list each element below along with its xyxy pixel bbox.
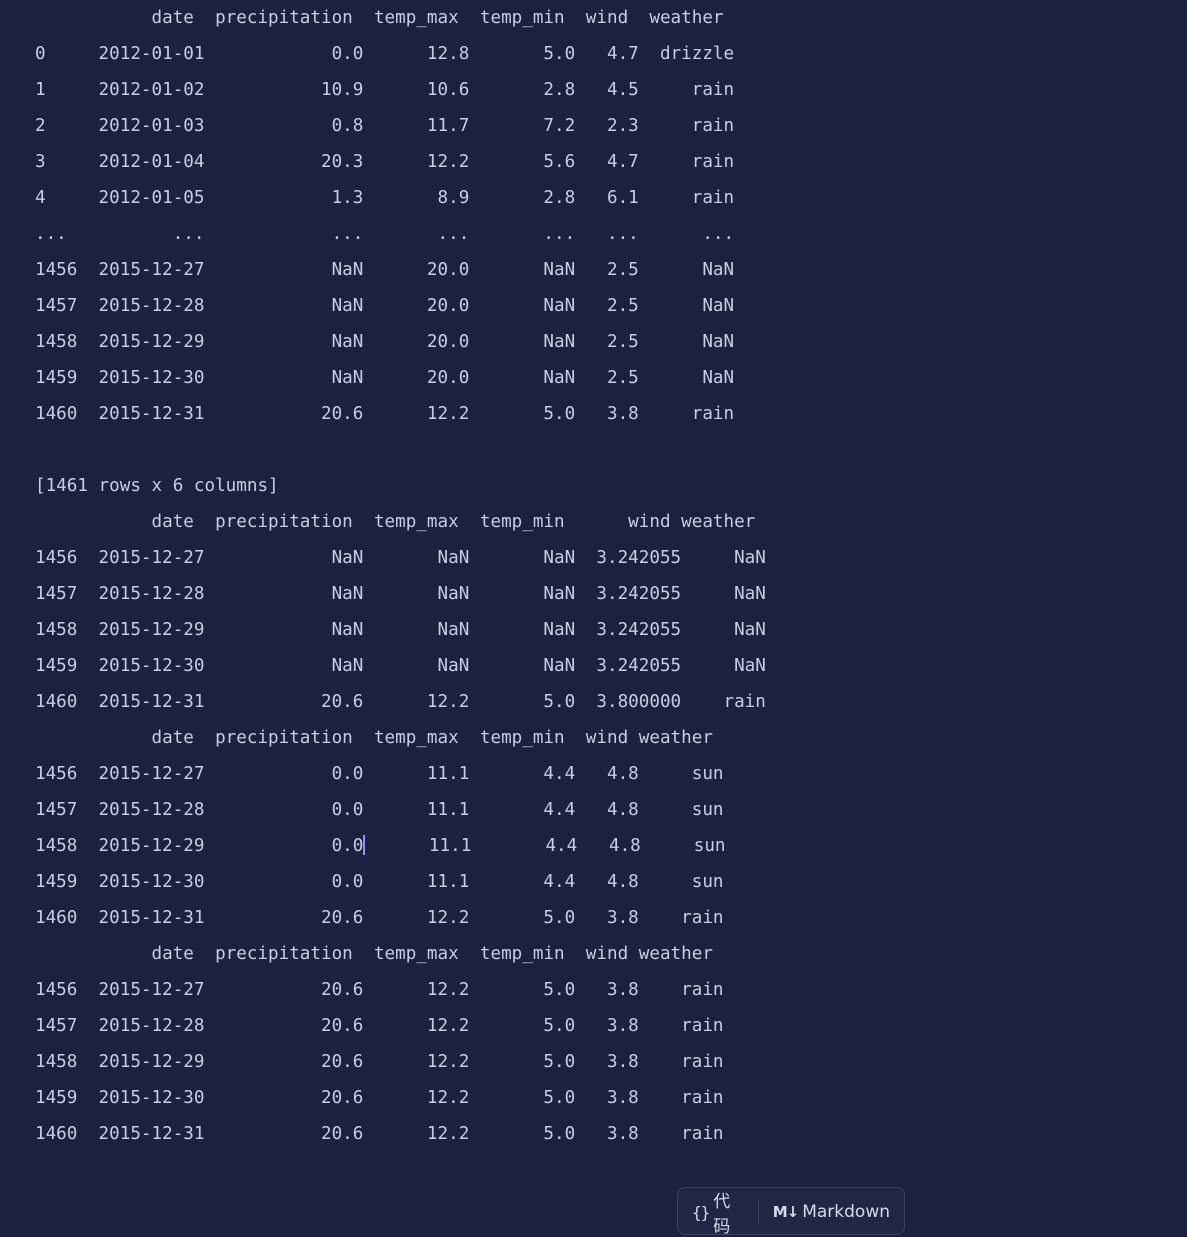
output-line: date precipitation temp_max temp_min win…: [35, 728, 713, 748]
output-line: date precipitation temp_max temp_min win…: [35, 944, 713, 964]
output-line: 1460 2015-12-31 20.6 12.2 5.0 3.8 rain: [35, 404, 735, 424]
output-line: 1460 2015-12-31 20.6 12.2 5.0 3.800000 r…: [35, 692, 766, 712]
output-line: 1458 2015-12-29 NaN 20.0 NaN 2.5 NaN: [35, 332, 735, 352]
output-line: 1456 2015-12-27 NaN 20.0 NaN 2.5 NaN: [35, 260, 735, 280]
output-line: 1459 2015-12-30 NaN NaN NaN 3.242055 NaN: [35, 656, 766, 676]
output-line: 0 2012-01-01 0.0 12.8 5.0 4.7 drizzle: [35, 44, 735, 64]
output-line: 1459 2015-12-30 NaN 20.0 NaN 2.5 NaN: [35, 368, 735, 388]
output-line: [1461 rows x 6 columns]: [35, 476, 279, 496]
output-line: 1458 2015-12-29 NaN NaN NaN 3.242055 NaN: [35, 620, 766, 640]
output-line: 1457 2015-12-28 NaN 20.0 NaN 2.5 NaN: [35, 296, 735, 316]
output-line: 3 2012-01-04 20.3 12.2 5.6 4.7 rain: [35, 152, 735, 172]
output-line: date precipitation temp_max temp_min win…: [35, 512, 756, 532]
output-line: 4 2012-01-05 1.3 8.9 2.8 6.1 rain: [35, 188, 735, 208]
output-line: 1459 2015-12-30 0.0 11.1 4.4 4.8 sun: [35, 872, 724, 892]
output-block: date precipitation temp_max temp_min win…: [35, 0, 1175, 504]
output-block: date precipitation temp_max temp_min win…: [35, 936, 1175, 1152]
add-markdown-cell-button[interactable]: M↓ Markdown: [759, 1200, 904, 1224]
output-line: 2 2012-01-03 0.8 11.7 7.2 2.3 rain: [35, 116, 735, 136]
add-code-cell-button[interactable]: {} 代码: [678, 1192, 758, 1237]
output-line: 1460 2015-12-31 20.6 12.2 5.0 3.8 rain: [35, 1124, 724, 1144]
output-block: date precipitation temp_max temp_min win…: [35, 720, 1175, 936]
output-line: 1456 2015-12-27 20.6 12.2 5.0 3.8 rain: [35, 980, 724, 1000]
output-line: 1460 2015-12-31 20.6 12.2 5.0 3.8 rain: [35, 908, 724, 928]
output-line: 1457 2015-12-28 20.6 12.2 5.0 3.8 rain: [35, 1016, 724, 1036]
text-cursor: [363, 835, 366, 855]
output-block: date precipitation temp_max temp_min win…: [35, 504, 1175, 720]
output-line: 1457 2015-12-28 NaN NaN NaN 3.242055 NaN: [35, 584, 766, 604]
markdown-icon: M↓: [772, 1203, 799, 1221]
add-markdown-cell-label: Markdown: [802, 1202, 890, 1222]
output-line: 1459 2015-12-30 20.6 12.2 5.0 3.8 rain: [35, 1088, 724, 1108]
output-line: 1456 2015-12-27 NaN NaN NaN 3.242055 NaN: [35, 548, 766, 568]
output-line: 1 2012-01-02 10.9 10.6 2.8 4.5 rain: [35, 80, 735, 100]
add-code-cell-label: 代码: [713, 1192, 731, 1237]
output-line: 1458 2015-12-29 0.0 11.1 4.4 4.8 sun: [35, 835, 726, 856]
output-line: 1458 2015-12-29 20.6 12.2 5.0 3.8 rain: [35, 1052, 724, 1072]
code-icon: {}: [692, 1202, 710, 1222]
cell-output: date precipitation temp_max temp_min win…: [35, 0, 1175, 1152]
add-cell-toolbar: {} 代码 M↓ Markdown: [677, 1187, 905, 1237]
output-line: ... ... ... ... ... ... ...: [35, 224, 735, 244]
output-line: 1456 2015-12-27 0.0 11.1 4.4 4.8 sun: [35, 764, 724, 784]
output-line: date precipitation temp_max temp_min win…: [35, 8, 724, 28]
output-line: 1457 2015-12-28 0.0 11.1 4.4 4.8 sun: [35, 800, 724, 820]
